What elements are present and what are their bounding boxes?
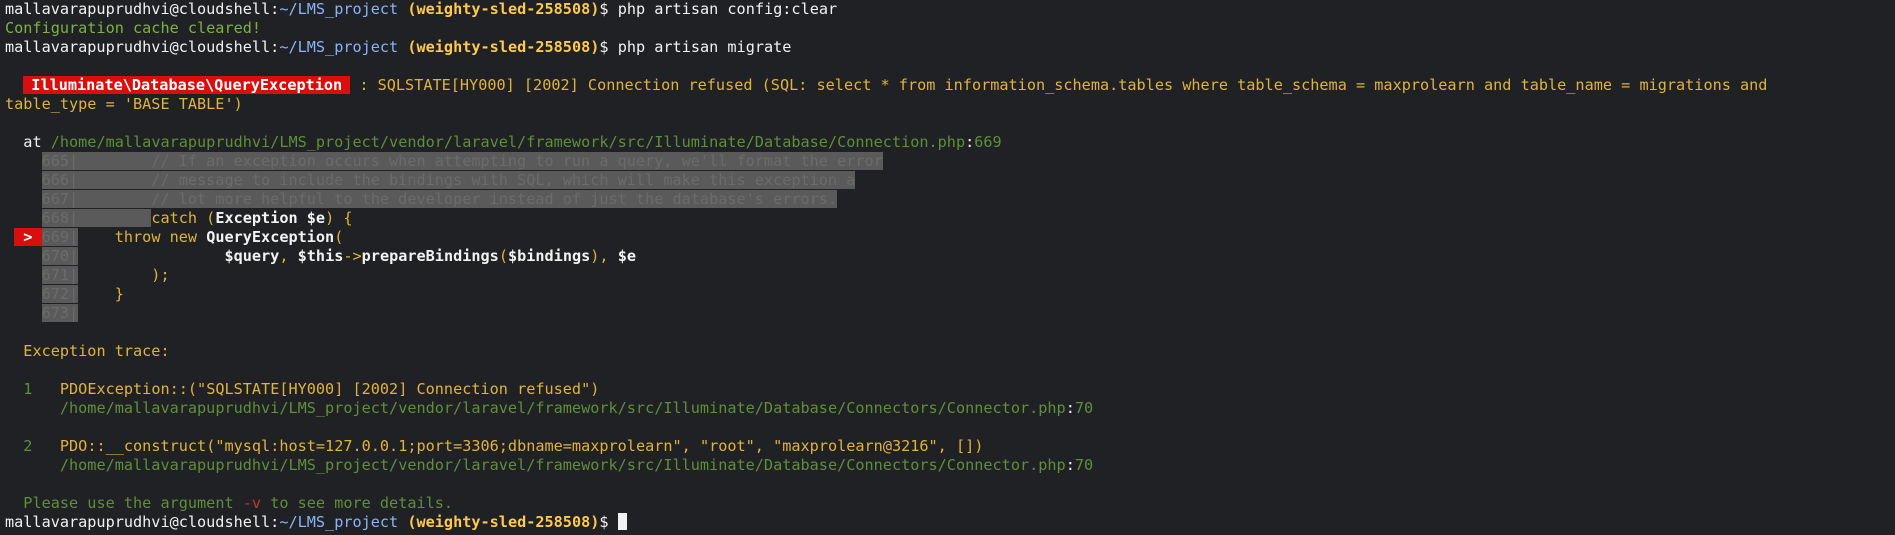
- code-line-665: 665| // If an exception occurs when atte…: [5, 152, 1895, 171]
- trace-line-number: 70: [1074, 456, 1094, 474]
- line-number: 673|: [41, 304, 79, 322]
- trace-call: PDOException::("SQLSTATE[HY000] [2002] C…: [59, 380, 600, 398]
- trace-item: 1 PDOException::("SQLSTATE[HY000] [2002]…: [5, 380, 1895, 399]
- error-line-marker: >: [14, 228, 42, 246]
- trace-call: PDO::__construct("mysql:host=127.0.0.1;p…: [59, 437, 984, 455]
- trace-item-file: /home/mallavarapuprudhvi/LMS_project/ven…: [5, 456, 1895, 475]
- trace-number: 2: [23, 437, 33, 455]
- code-comment: // If an exception occurs when attemptin…: [78, 152, 883, 170]
- line-number: 666|: [41, 171, 79, 189]
- trace-line-number: 70: [1074, 399, 1094, 417]
- code-punct: ),: [590, 247, 618, 265]
- line-number: 672|: [41, 285, 79, 303]
- code-var: $e: [617, 247, 636, 265]
- prompt-user: mallavarapuprudhvi@cloudshell: [5, 513, 271, 531]
- verbose-hint: Please use the argument -v to see more d…: [5, 494, 1895, 513]
- prompt-project: (weighty-sled-258508): [407, 0, 600, 18]
- exception-location: at /home/mallavarapuprudhvi/LMS_project/…: [5, 133, 1895, 152]
- at-label: at: [23, 133, 51, 151]
- code-punct: (: [197, 209, 216, 227]
- prompt-user: mallavarapuprudhvi@cloudshell: [5, 38, 271, 56]
- hint-text: to see more details.: [261, 494, 454, 512]
- line-number: 665|: [41, 152, 79, 170]
- trace-item-file: /home/mallavarapuprudhvi/LMS_project/ven…: [5, 399, 1895, 418]
- prompt-path: ~/LMS_project: [279, 38, 399, 56]
- terminal-window[interactable]: mallavarapuprudhvi@cloudshell:~/LMS_proj…: [0, 0, 1895, 535]
- prompt-line-1: mallavarapuprudhvi@cloudshell:~/LMS_proj…: [5, 0, 1895, 19]
- code-line-667: 667| // lot more helpful to the develope…: [5, 190, 1895, 209]
- exception-message-cont: table_type = 'BASE TABLE'): [5, 95, 243, 113]
- hint-flag: -v: [242, 494, 262, 512]
- code-keyword: throw new: [78, 228, 207, 246]
- line-number: 668|: [41, 209, 79, 227]
- prompt-dollar: $: [599, 513, 609, 531]
- code-keyword: catch: [151, 209, 198, 227]
- prompt-dollar: $: [599, 0, 609, 18]
- trace-number: 1: [23, 380, 33, 398]
- line-number: 667|: [41, 190, 79, 208]
- line-number: 669|: [41, 228, 79, 246]
- code-line-668: 668| catch (Exception $e) {: [5, 209, 1895, 228]
- code-class: Exception $e: [215, 209, 326, 227]
- at-file-path: /home/mallavarapuprudhvi/LMS_project/ven…: [50, 133, 966, 151]
- code-punct: ->: [343, 247, 362, 265]
- code-var: $query: [224, 247, 280, 265]
- prompt-path: ~/LMS_project: [279, 513, 399, 531]
- at-line-number: 669: [974, 133, 1002, 151]
- line-number: 671|: [41, 266, 79, 284]
- trace-file-path: /home/mallavarapuprudhvi/LMS_project/ven…: [59, 456, 1066, 474]
- trace-item: 2 PDO::__construct("mysql:host=127.0.0.1…: [5, 437, 1895, 456]
- code-punct: ) {: [325, 209, 353, 227]
- code-var: $this: [297, 247, 344, 265]
- exception-header: Illuminate\Database\QueryException : SQL…: [5, 76, 1895, 95]
- code-punct: (: [334, 228, 344, 246]
- code-line-670: 670| $query, $this->prepareBindings($bin…: [5, 247, 1895, 266]
- code-line-671: 671| );: [5, 266, 1895, 285]
- code-line-672: 672| }: [5, 285, 1895, 304]
- code-line-673: 673|: [5, 304, 1895, 323]
- terminal-cursor[interactable]: [617, 513, 627, 530]
- prompt-line-2: mallavarapuprudhvi@cloudshell:~/LMS_proj…: [5, 38, 1895, 57]
- trace-file-path: /home/mallavarapuprudhvi/LMS_project/ven…: [59, 399, 1066, 417]
- command-config-clear: php artisan config:clear: [608, 0, 838, 18]
- prompt-sep: :: [270, 0, 280, 18]
- code-punct: );: [78, 266, 170, 284]
- at-colon: :: [965, 133, 975, 151]
- prompt-project: (weighty-sled-258508): [407, 513, 600, 531]
- prompt-line-3[interactable]: mallavarapuprudhvi@cloudshell:~/LMS_proj…: [5, 513, 1895, 532]
- command-migrate: php artisan migrate: [608, 38, 792, 56]
- prompt-path: ~/LMS_project: [279, 0, 399, 18]
- line-number: 670|: [41, 247, 79, 265]
- prompt-user: mallavarapuprudhvi@cloudshell: [5, 0, 271, 18]
- code-method: prepareBindings: [361, 247, 499, 265]
- config-cleared-output: Configuration cache cleared!: [5, 19, 262, 37]
- trace-title: Exception trace:: [5, 342, 1895, 361]
- exception-class-badge: Illuminate\Database\QueryException: [23, 76, 351, 94]
- trace-colon: :: [1065, 456, 1075, 474]
- hint-text: Please use the argument: [23, 494, 243, 512]
- prompt-sep: :: [270, 513, 280, 531]
- code-comment: // message to include the bindings with …: [78, 171, 856, 189]
- code-class: QueryException: [206, 228, 335, 246]
- exception-message: : SQLSTATE[HY000] [2002] Connection refu…: [350, 76, 1768, 94]
- prompt-sep: :: [270, 38, 280, 56]
- code-var: $bindings: [507, 247, 591, 265]
- code-punct: }: [78, 285, 124, 303]
- trace-title-text: Exception trace:: [23, 342, 170, 360]
- prompt-dollar: $: [599, 38, 609, 56]
- code-line-669: > 669| throw new QueryException(: [5, 228, 1895, 247]
- trace-colon: :: [1065, 399, 1075, 417]
- prompt-project: (weighty-sled-258508): [407, 38, 600, 56]
- code-line-666: 666| // message to include the bindings …: [5, 171, 1895, 190]
- code-comment: // lot more helpful to the developer ins…: [78, 190, 838, 208]
- code-punct: (: [498, 247, 508, 265]
- code-punct: ,: [279, 247, 298, 265]
